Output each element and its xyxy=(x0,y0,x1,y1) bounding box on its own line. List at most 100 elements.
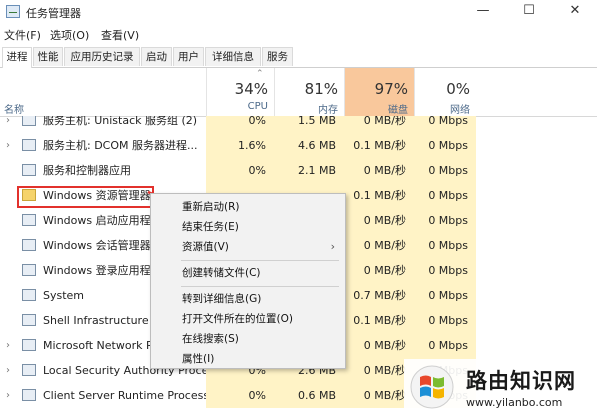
network-value: 0 Mbps xyxy=(414,133,476,158)
watermark-url: www.yilanbo.com xyxy=(466,396,563,409)
menu-file[interactable]: 文件(F) xyxy=(4,27,41,43)
ctx-go-to-details-label: 转到详细信息(G) xyxy=(182,293,262,305)
menu-options[interactable]: 选项(O) xyxy=(50,27,89,43)
column-network-header[interactable]: 0% 网络 xyxy=(414,68,476,116)
task-manager-app-icon xyxy=(6,5,20,18)
cpu-value: 0% xyxy=(206,383,274,408)
minimize-button[interactable]: — xyxy=(460,0,506,24)
cpu-value: 0% xyxy=(206,158,274,183)
process-name: Microsoft Network R xyxy=(43,339,154,352)
process-name: Windows 会话管理器 xyxy=(43,239,151,252)
ctx-restart[interactable]: 重新启动(R) xyxy=(151,197,345,217)
tab-startup[interactable]: 启动 xyxy=(141,47,172,66)
process-icon xyxy=(22,289,36,301)
process-name: Windows 登录应用程 xyxy=(43,264,151,277)
network-value: 0 Mbps xyxy=(414,183,476,208)
network-value: 0 Mbps xyxy=(414,208,476,233)
tab-app-history[interactable]: 应用历史记录 xyxy=(64,47,140,66)
cpu-value: 0% xyxy=(206,116,274,133)
disk-percent: 97% xyxy=(374,80,408,98)
tab-strip: 进程 性能 应用历史记录 启动 用户 详细信息 服务 xyxy=(0,47,597,68)
tab-performance[interactable]: 性能 xyxy=(33,47,63,66)
table-row[interactable]: › 服务主机: DCOM 服务器进程... 1.6% 4.6 MB 0.1 MB/秒 0 … xyxy=(0,133,597,158)
memory-value: 0.6 MB xyxy=(274,383,344,408)
menu-view[interactable]: 查看(V) xyxy=(101,27,139,43)
watermark-title: 路由知识网 xyxy=(466,369,576,393)
window-title: 任务管理器 xyxy=(26,7,81,20)
ctx-properties-label: 属性(I) xyxy=(182,353,215,365)
close-button[interactable]: ✕ xyxy=(552,0,597,24)
network-value: 0 Mbps xyxy=(414,158,476,183)
memory-value: 4.6 MB xyxy=(274,133,344,158)
network-value: 0 Mbps xyxy=(414,283,476,308)
ctx-end-task-label: 结束任务(E) xyxy=(182,221,239,233)
disk-value: 0 MB/秒 xyxy=(344,233,414,258)
memory-label: 内存 xyxy=(318,105,338,116)
disk-value: 0.1 MB/秒 xyxy=(344,133,414,158)
process-name: Client Server Runtime Process xyxy=(43,389,210,402)
expand-chevron-icon[interactable]: › xyxy=(6,133,10,158)
maximize-button[interactable]: ☐ xyxy=(506,0,552,24)
process-icon xyxy=(22,116,36,126)
cpu-percent: 34% xyxy=(234,80,268,98)
expand-chevron-icon[interactable]: › xyxy=(6,383,10,408)
process-icon xyxy=(22,164,36,176)
cpu-value: 1.6% xyxy=(206,133,274,158)
process-name: System xyxy=(43,289,85,302)
ctx-go-to-details[interactable]: 转到详细信息(G) xyxy=(151,289,345,309)
ctx-search-online-label: 在线搜索(S) xyxy=(182,333,239,345)
process-icon xyxy=(22,239,36,251)
expand-chevron-icon[interactable]: › xyxy=(6,358,10,383)
tab-details[interactable]: 详细信息 xyxy=(205,47,261,66)
process-icon xyxy=(22,389,36,401)
disk-value: 0 MB/秒 xyxy=(344,208,414,233)
process-icon xyxy=(22,264,36,276)
memory-percent: 81% xyxy=(304,80,338,98)
network-percent: 0% xyxy=(446,80,470,98)
column-header: 名称 34% CPU 81% 内存 97% 磁盘 0% 网络 xyxy=(0,68,597,117)
memory-value: 1.5 MB xyxy=(274,116,344,133)
disk-value: 0.1 MB/秒 xyxy=(344,308,414,333)
tab-processes[interactable]: 进程 xyxy=(2,47,32,68)
cpu-label: CPU xyxy=(247,101,268,112)
column-name-header[interactable]: 名称 xyxy=(4,101,24,116)
ctx-separator xyxy=(181,260,339,261)
process-name: 服务和控制器应用 xyxy=(43,164,131,177)
title-bar: 任务管理器 — ☐ ✕ xyxy=(0,0,597,24)
disk-value: 0.1 MB/秒 xyxy=(344,183,414,208)
disk-value: 0.7 MB/秒 xyxy=(344,283,414,308)
disk-value: 0 MB/秒 xyxy=(344,333,414,358)
tab-users[interactable]: 用户 xyxy=(173,47,204,66)
expand-chevron-icon[interactable]: › xyxy=(6,333,10,358)
column-memory-header[interactable]: 81% 内存 xyxy=(274,68,344,116)
ctx-open-file-location-label: 打开文件所在的位置(O) xyxy=(182,313,293,325)
process-icon xyxy=(22,139,36,151)
ctx-resource-values[interactable]: 资源值(V) › xyxy=(151,237,345,257)
column-disk-header[interactable]: 97% 磁盘 xyxy=(344,68,414,116)
network-value: 0 Mbps xyxy=(414,333,476,358)
process-icon xyxy=(22,214,36,226)
network-value: 0 Mbps xyxy=(414,116,476,133)
ctx-properties[interactable]: 属性(I) xyxy=(151,349,345,369)
process-name: Windows 启动应用程 xyxy=(43,214,151,227)
expand-chevron-icon[interactable]: › xyxy=(6,116,10,133)
process-name: Shell Infrastructure H xyxy=(43,314,161,327)
ctx-open-file-location[interactable]: 打开文件所在的位置(O) xyxy=(151,309,345,329)
table-row[interactable]: › 服务主机: Unistack 服务组 (2) 0% 1.5 MB 0 MB/秒 0 M… xyxy=(0,116,597,133)
disk-label: 磁盘 xyxy=(388,105,408,116)
table-row[interactable]: 服务和控制器应用 0% 2.1 MB 0 MB/秒 0 Mbps xyxy=(0,158,597,183)
ctx-separator xyxy=(181,286,339,287)
ctx-create-dump[interactable]: 创建转储文件(C) xyxy=(151,263,345,283)
ctx-end-task[interactable]: 结束任务(E) xyxy=(151,217,345,237)
context-menu: 重新启动(R) 结束任务(E) 资源值(V) › 创建转储文件(C) 转到详细信息… xyxy=(150,193,346,369)
network-label: 网络 xyxy=(450,105,470,116)
column-cpu-header[interactable]: 34% CPU xyxy=(206,68,274,116)
memory-value: 2.1 MB xyxy=(274,158,344,183)
tab-services[interactable]: 服务 xyxy=(262,47,293,66)
process-icon xyxy=(22,364,36,376)
sort-chevron-icon: ⌃ xyxy=(256,69,264,79)
disk-value: 0 MB/秒 xyxy=(344,258,414,283)
menu-bar: 文件(F) 选项(O) 查看(V) xyxy=(0,25,597,43)
ctx-search-online[interactable]: 在线搜索(S) xyxy=(151,329,345,349)
windows-logo-icon xyxy=(410,365,454,409)
